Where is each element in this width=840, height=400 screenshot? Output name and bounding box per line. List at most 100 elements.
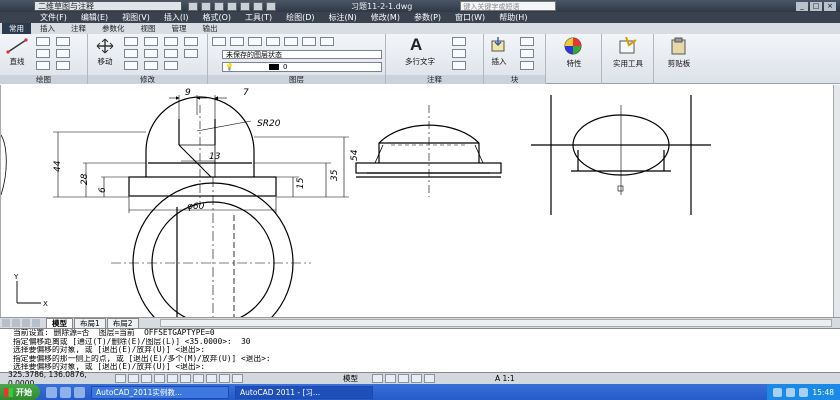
ime-icon[interactable] (799, 387, 809, 397)
array-icon[interactable] (164, 61, 178, 70)
undo-icon[interactable] (253, 1, 263, 11)
layer-lock-icon[interactable] (284, 37, 298, 46)
tab-home[interactable]: 常用 (2, 23, 31, 34)
block-attr-icon[interactable] (520, 61, 534, 70)
showmotion-icon[interactable] (424, 374, 435, 383)
next-tab-icon[interactable] (22, 319, 30, 327)
move-button[interactable]: 移动 (92, 56, 118, 67)
properties-button[interactable]: 特性 (552, 58, 596, 69)
modify-panel-title[interactable]: 修改 (88, 75, 207, 84)
drawing-canvas[interactable]: 9 7 SR20 13 44 28 6 54 35 15 φ60 Y X (0, 85, 840, 317)
maximize-icon[interactable]: □ (810, 1, 822, 11)
tab-parametric[interactable]: 参数化 (95, 23, 132, 34)
first-tab-icon[interactable] (2, 319, 10, 327)
clipboard-button[interactable]: 剪贴板 (656, 58, 702, 69)
offset-icon[interactable] (184, 49, 198, 58)
properties-icon[interactable] (562, 37, 584, 55)
draw-panel-title[interactable]: 绘图 (0, 75, 87, 84)
clock[interactable]: 15:48 (812, 388, 834, 397)
zoom-icon[interactable] (411, 374, 422, 383)
annotation-scale[interactable]: A 1:1 (495, 374, 515, 383)
edit-block-icon[interactable] (520, 49, 534, 58)
layer-walk-icon[interactable] (320, 37, 334, 46)
menu-help[interactable]: 帮助(H) (499, 12, 527, 23)
pan-icon[interactable] (398, 374, 409, 383)
layer-state-dropdown[interactable]: 未保存的图层状态 (222, 50, 382, 59)
menu-draw[interactable]: 绘图(D) (286, 12, 314, 23)
move-icon[interactable] (96, 38, 114, 54)
layer-off-icon[interactable] (248, 37, 262, 46)
hatch-icon[interactable] (56, 49, 70, 58)
quick-view-icon[interactable] (385, 374, 396, 383)
arc-icon[interactable] (36, 61, 50, 70)
otrack-icon[interactable] (180, 374, 191, 383)
mtext-button[interactable]: 多行文字 (398, 56, 442, 67)
qp-icon[interactable] (232, 374, 243, 383)
utilities-icon[interactable] (618, 37, 638, 55)
linear-dim-icon[interactable] (452, 37, 466, 46)
menu-window[interactable]: 窗口(W) (455, 12, 485, 23)
media-icon[interactable] (74, 386, 85, 398)
start-button[interactable]: 开始 (0, 384, 40, 400)
vertical-scrollbar[interactable] (833, 85, 840, 317)
minimize-icon[interactable]: _ (796, 1, 808, 11)
last-tab-icon[interactable] (32, 319, 40, 327)
model-space-button[interactable]: 模型 (343, 373, 358, 384)
scale-icon[interactable] (144, 61, 158, 70)
circle-icon[interactable] (36, 49, 50, 58)
current-layer-dropdown[interactable]: 💡 0 (222, 62, 382, 72)
erase-icon[interactable] (164, 37, 178, 46)
rotate-icon[interactable] (124, 37, 138, 46)
insert-block-icon[interactable] (490, 37, 508, 53)
ellipse-icon[interactable] (56, 61, 70, 70)
tab-annotate[interactable]: 注释 (64, 23, 93, 34)
redo-icon[interactable] (266, 1, 276, 11)
clipboard-icon[interactable] (670, 37, 688, 55)
line-icon[interactable] (6, 38, 28, 54)
utilities-button[interactable]: 实用工具 (604, 58, 652, 69)
osnap-icon[interactable] (167, 374, 178, 383)
layer-properties-icon[interactable] (212, 37, 226, 46)
menu-parametric[interactable]: 参数(P) (414, 12, 441, 23)
copy-icon[interactable] (124, 49, 138, 58)
insert-button[interactable]: 插入 (486, 56, 512, 67)
workspace-dropdown[interactable]: 二维草图与注释 (34, 1, 182, 11)
tab-view[interactable]: 视图 (134, 23, 163, 34)
menu-format[interactable]: 格式(O) (202, 12, 231, 23)
mtext-icon[interactable]: A (410, 35, 422, 55)
taskbar-item-autocad[interactable]: AutoCAD 2011 - [习... (235, 385, 373, 399)
ducs-icon[interactable] (193, 374, 204, 383)
ortho-icon[interactable] (141, 374, 152, 383)
menu-modify[interactable]: 修改(M) (371, 12, 400, 23)
block-panel-title[interactable]: 块 (484, 75, 545, 84)
command-window[interactable]: 当前设置: 删除源=否 图层=当前 OFFSETGAPTYPE=0 指定偏移距离… (0, 328, 840, 372)
leader-icon[interactable] (452, 49, 466, 58)
table-icon[interactable] (452, 61, 466, 70)
tab-output[interactable]: 输出 (196, 23, 225, 34)
layer-iso-icon[interactable] (230, 37, 244, 46)
volume-icon[interactable] (786, 387, 796, 397)
layer-panel-title[interactable]: 图层 (208, 75, 385, 84)
layout-view-icon[interactable] (372, 374, 383, 383)
tab-manage[interactable]: 管理 (165, 23, 194, 34)
menu-view[interactable]: 视图(V) (122, 12, 150, 23)
annotation-panel-title[interactable]: 注释 (386, 75, 483, 84)
layer-match-icon[interactable] (302, 37, 316, 46)
save-icon[interactable] (214, 1, 224, 11)
saveas-icon[interactable] (227, 1, 237, 11)
explode-icon[interactable] (184, 37, 198, 46)
search-input[interactable]: 键入关键字或短语 (460, 1, 557, 11)
open-icon[interactable] (201, 1, 211, 11)
prev-tab-icon[interactable] (12, 319, 20, 327)
polyline-icon[interactable] (36, 37, 50, 46)
snap-icon[interactable] (115, 374, 126, 383)
desktop-icon[interactable] (60, 386, 71, 398)
taskbar-item-word[interactable]: AutoCAD_2011实例教... (91, 385, 229, 399)
mirror-icon[interactable] (144, 49, 158, 58)
tab-layout1[interactable]: 布局1 (74, 318, 106, 328)
new-icon[interactable] (188, 1, 198, 11)
menu-file[interactable]: 文件(F) (40, 12, 67, 23)
horizontal-scrollbar[interactable] (159, 319, 832, 327)
menu-edit[interactable]: 编辑(E) (81, 12, 108, 23)
network-icon[interactable] (773, 387, 783, 397)
